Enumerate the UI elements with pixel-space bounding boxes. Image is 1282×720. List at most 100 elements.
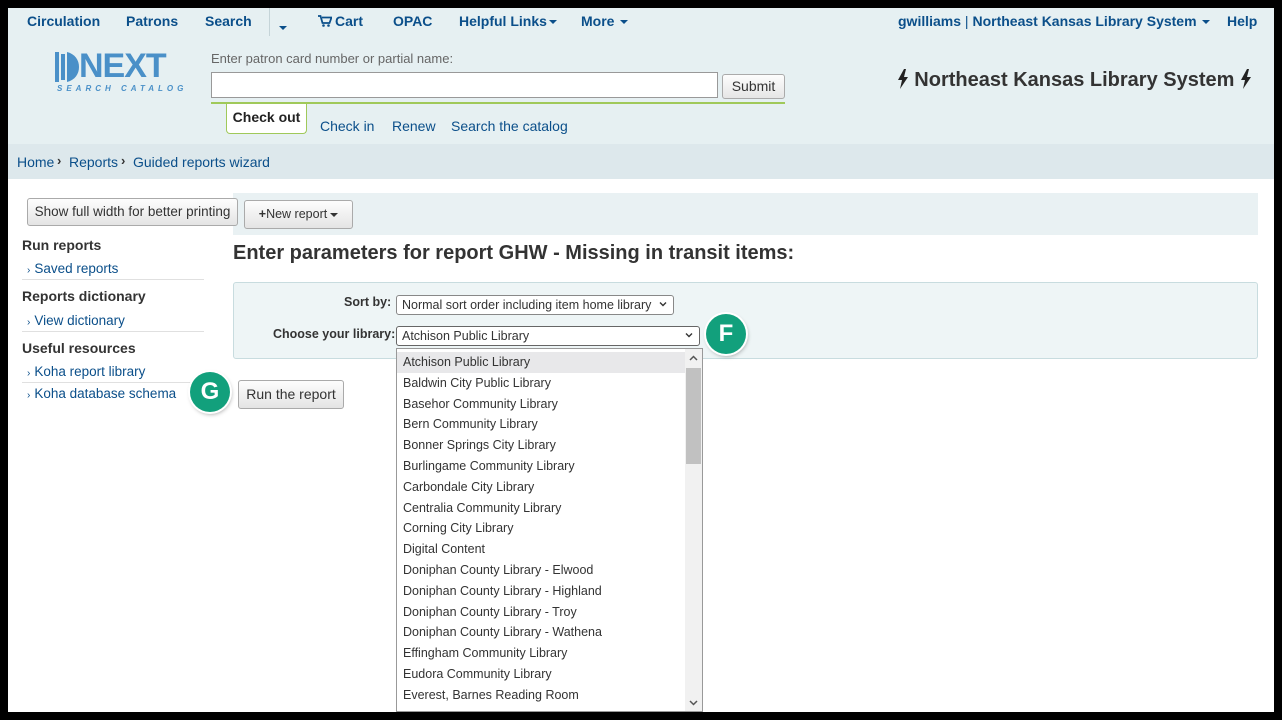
nav-opac[interactable]: OPAC <box>393 13 432 29</box>
logo-subtitle: SEARCH CATALOG <box>57 84 188 93</box>
search-options-chevron-down-icon[interactable] <box>279 19 287 35</box>
cart-icon <box>318 15 333 27</box>
nav-circulation[interactable]: Circulation <box>27 13 100 29</box>
chevron-down-icon <box>330 212 339 217</box>
sidebar-link-label: View dictionary <box>34 313 125 328</box>
new-report-label: New report <box>266 207 328 221</box>
sidebar-link-label: Saved reports <box>34 261 119 276</box>
nav-patrons[interactable]: Patrons <box>126 13 178 29</box>
sidebar-divider <box>22 382 204 383</box>
nav-helpful-links[interactable]: Helpful Links <box>459 13 557 29</box>
nav-search[interactable]: Search <box>205 13 252 29</box>
library-option[interactable]: Eudora Community Library <box>397 664 685 685</box>
scroll-up-icon[interactable] <box>689 354 698 363</box>
nav-help[interactable]: Help <box>1227 13 1257 29</box>
library-option[interactable]: Digital Content <box>397 539 685 560</box>
library-option[interactable]: Atchison Public Library <box>397 352 685 373</box>
show-full-width-button[interactable]: Show full width for better printing <box>27 198 238 226</box>
plus-icon: + <box>258 207 267 221</box>
nav-cart-label: Cart <box>335 13 364 29</box>
patron-search-label: Enter patron card number or partial name… <box>211 51 454 66</box>
sort-by-select[interactable]: Normal sort order including item home li… <box>396 295 674 315</box>
library-option[interactable]: Doniphan County Library - Wathena <box>397 622 685 643</box>
choose-library-select[interactable]: Atchison Public Library <box>396 326 700 346</box>
library-options: Atchison Public Library Baldwin City Publ… <box>397 352 685 706</box>
tab-check-out[interactable]: Check out <box>226 104 307 134</box>
bullet-icon: › <box>27 368 31 379</box>
bullet-icon: › <box>27 265 31 276</box>
breadcrumb-reports[interactable]: Reports <box>69 154 118 170</box>
sidebar-heading-useful-resources: Useful resources <box>22 340 136 356</box>
chevron-down-icon <box>620 20 629 25</box>
scrollbar-thumb[interactable] <box>686 368 701 464</box>
chevron-right-icon: › <box>121 153 126 168</box>
sidebar-link-saved-reports[interactable]: › Saved reports <box>27 261 118 276</box>
library-option[interactable]: Corning City Library <box>397 518 685 539</box>
library-option[interactable]: Doniphan County Library - Elwood <box>397 560 685 581</box>
patron-search-input[interactable] <box>211 72 718 98</box>
library-option[interactable]: Doniphan County Library - Troy <box>397 602 685 623</box>
library-option[interactable]: Burlingame Community Library <box>397 456 685 477</box>
sidebar-link-label: Koha report library <box>34 364 146 379</box>
sort-by-value: Normal sort order including item home li… <box>402 298 652 312</box>
chevron-down-icon <box>1202 20 1211 25</box>
app-window: Circulation Patrons Search Cart OPAC Hel… <box>8 8 1274 712</box>
sidebar-divider <box>22 279 204 280</box>
nav-more-label: More <box>581 13 615 29</box>
bolt-icon <box>1241 69 1251 89</box>
user-menu[interactable]: gwilliams | Northeast Kansas Library Sys… <box>898 13 1211 29</box>
parameters-form <box>233 282 1258 359</box>
sidebar-link-view-dictionary[interactable]: › View dictionary <box>27 313 125 328</box>
breadcrumb-home[interactable]: Home <box>17 154 54 170</box>
page-title: Enter parameters for report GHW - Missin… <box>233 242 795 264</box>
submit-button[interactable]: Submit <box>722 74 785 99</box>
sidebar-heading-reports-dictionary: Reports dictionary <box>22 288 146 304</box>
library-option[interactable]: Doniphan County Library - Highland <box>397 581 685 602</box>
chevron-right-icon: › <box>57 153 62 168</box>
tab-renew[interactable]: Renew <box>392 118 436 134</box>
logo-mark-icon <box>55 52 79 82</box>
chevron-down-icon <box>659 302 667 307</box>
tab-search-catalog[interactable]: Search the catalog <box>451 118 568 134</box>
top-navigation-bar: Circulation Patrons Search Cart OPAC Hel… <box>8 8 1274 36</box>
choose-library-label: Choose your library: <box>273 327 396 341</box>
sidebar-link-koha-database-schema[interactable]: › Koha database schema <box>27 386 176 401</box>
breadcrumb-guided-reports-wizard[interactable]: Guided reports wizard <box>133 154 270 170</box>
system-name-text: Northeast Kansas Library System <box>914 69 1235 91</box>
bolt-icon <box>897 69 908 89</box>
library-option[interactable]: Bern Community Library <box>397 414 685 435</box>
sidebar-link-koha-report-library[interactable]: › Koha report library <box>27 364 145 379</box>
nav-divider <box>269 8 270 36</box>
library-dropdown-list[interactable]: Atchison Public Library Baldwin City Publ… <box>396 348 703 712</box>
toolbar <box>233 193 1258 235</box>
header: NEXT SEARCH CATALOG Enter patron card nu… <box>8 36 1274 144</box>
annotation-badge-f: F <box>706 314 746 354</box>
choose-library-value: Atchison Public Library <box>402 329 530 343</box>
library-option[interactable]: Effingham Community Library <box>397 643 685 664</box>
bullet-icon: › <box>27 390 31 401</box>
username: gwilliams <box>898 13 962 29</box>
logged-in-library: Northeast Kansas Library System <box>972 13 1197 29</box>
run-report-button[interactable]: Run the report <box>238 380 344 409</box>
library-option[interactable]: Bonner Springs City Library <box>397 435 685 456</box>
breadcrumb: Home › Reports › Guided reports wizard <box>8 144 1274 179</box>
chevron-down-icon <box>685 333 693 338</box>
library-option[interactable]: Everest, Barnes Reading Room <box>397 685 685 706</box>
library-option[interactable]: Basehor Community Library <box>397 394 685 415</box>
library-option[interactable]: Carbondale City Library <box>397 477 685 498</box>
new-report-button[interactable]: +New report <box>244 200 353 229</box>
nav-cart[interactable]: Cart <box>318 13 363 29</box>
library-option[interactable]: Centralia Community Library <box>397 498 685 519</box>
library-option[interactable]: Baldwin City Public Library <box>397 373 685 394</box>
logo-word: NEXT <box>79 47 167 85</box>
scroll-down-icon[interactable] <box>689 698 698 707</box>
library-system-name: Northeast Kansas Library System <box>897 69 1252 92</box>
scrollbar[interactable] <box>685 349 702 711</box>
next-search-catalog-logo[interactable]: NEXT SEARCH CATALOG <box>55 47 189 96</box>
sidebar-heading-run-reports: Run reports <box>22 237 102 253</box>
nav-more[interactable]: More <box>581 13 629 29</box>
tab-check-in[interactable]: Check in <box>320 118 374 134</box>
annotation-badge-g: G <box>190 372 230 412</box>
sidebar-divider <box>22 331 204 332</box>
sidebar-link-label: Koha database schema <box>34 386 177 401</box>
